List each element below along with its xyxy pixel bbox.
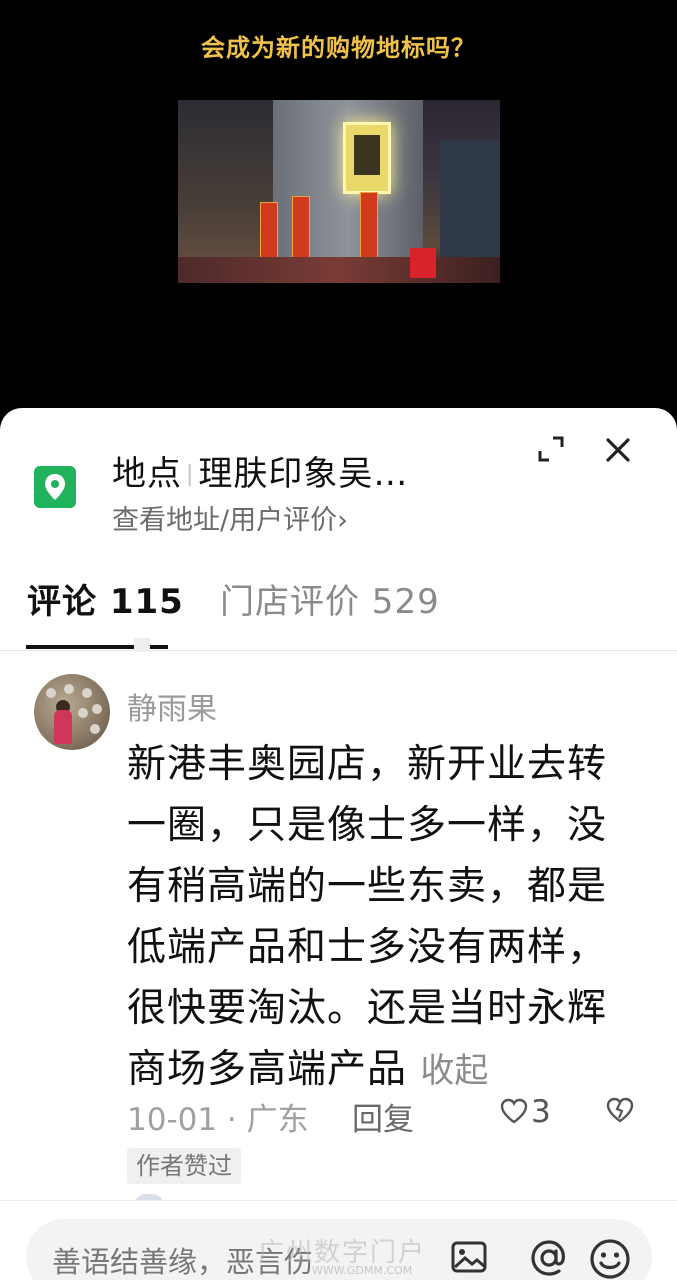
location-title[interactable]: 地点 | 理肤印象吴…: [112, 446, 408, 495]
close-icon[interactable]: [602, 434, 634, 466]
expand-icon[interactable]: [536, 434, 566, 464]
comment-meta: 10-01 · 广东 回复 3: [127, 1092, 647, 1139]
chevron-right-icon: ›: [337, 505, 348, 536]
frame-left-facade: [178, 100, 273, 283]
comment-date-location: 10-01 · 广东: [127, 1102, 309, 1138]
location-name: 理肤印象吴…: [198, 454, 409, 494]
tab-store-reviews[interactable]: 门店评价 529: [220, 574, 440, 623]
frame-banner: [360, 192, 378, 260]
tabs-divider: [0, 650, 677, 651]
comment-body: 新港丰奥园店，新开业去转一圈，只是像士多一样，没有稍高端的一些东卖，都是低端产品…: [127, 734, 627, 1102]
location-separator: |: [186, 462, 195, 487]
image-icon[interactable]: [450, 1239, 488, 1279]
dislike-button[interactable]: [605, 1096, 635, 1132]
at-icon[interactable]: [528, 1237, 570, 1280]
video-caption: 会成为新的购物地标吗？: [201, 34, 476, 62]
comments-sheet: 地点 | 理肤印象吴… 查看地址/用户评价› 评论 115 门店评价 529 静…: [0, 408, 677, 1280]
video-player[interactable]: 会成为新的购物地标吗？: [0, 0, 677, 430]
location-subtitle-link[interactable]: 查看地址/用户评价›: [112, 498, 348, 537]
location-label: 地点: [112, 454, 182, 494]
video-frame-image: [178, 100, 500, 283]
collapse-link[interactable]: 收起: [420, 1051, 488, 1091]
watermark-url: WWW.GDMM.COM: [312, 1264, 413, 1277]
previous-badge-clipped: [134, 638, 150, 652]
location-subtitle: 查看地址/用户评价: [112, 505, 338, 536]
author-liked-badge: 作者赞过: [127, 1148, 241, 1184]
like-button[interactable]: 3: [499, 1094, 551, 1130]
like-count: 3: [531, 1094, 551, 1130]
comment-username[interactable]: 静雨果: [127, 684, 217, 728]
avatar[interactable]: [34, 674, 110, 750]
frame-banner: [292, 196, 310, 264]
tab-bar: 评论 115 门店评价 529: [0, 568, 677, 650]
frame-ground: [178, 257, 500, 283]
comment-text: 新港丰奥园店，新开业去转一圈，只是像士多一样，没有稍高端的一些东卖，都是低端产品…: [127, 742, 608, 1092]
heart-icon: [500, 1098, 528, 1123]
frame-lit-sign: [343, 122, 391, 194]
tab-comments[interactable]: 评论 115: [27, 574, 184, 623]
location-pin-icon[interactable]: [34, 466, 76, 508]
reply-button[interactable]: 回复: [352, 1094, 414, 1139]
broken-heart-icon: [606, 1097, 634, 1123]
emoji-icon[interactable]: [588, 1237, 632, 1280]
frame-red-sign: [410, 248, 436, 278]
